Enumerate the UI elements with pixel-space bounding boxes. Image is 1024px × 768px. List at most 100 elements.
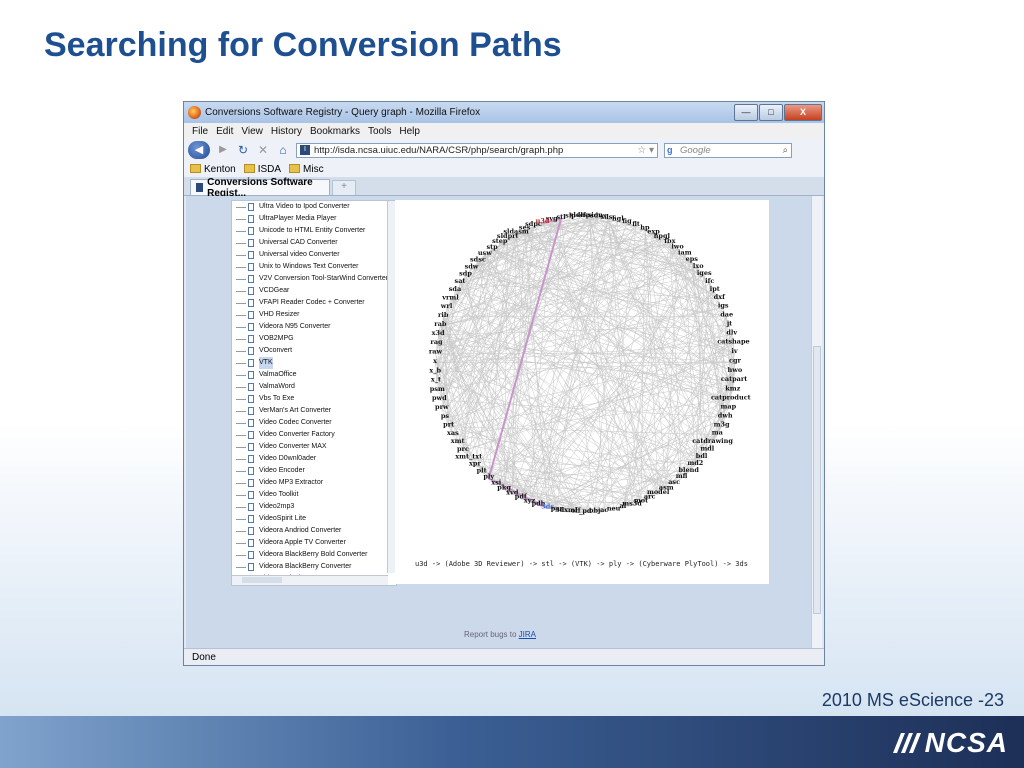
graph-node[interactable]: raw bbox=[429, 348, 443, 356]
graph-node[interactable]: flt bbox=[632, 220, 640, 228]
minimize-button[interactable]: — bbox=[734, 104, 758, 121]
graph-node[interactable]: cgr bbox=[729, 356, 742, 364]
url-text[interactable]: http://isda.ncsa.uiuc.edu/NARA/CSR/php/s… bbox=[314, 145, 633, 156]
search-input[interactable]: g Google ⌕ bbox=[664, 142, 792, 158]
graph-node[interactable]: dlv bbox=[726, 328, 737, 336]
list-item[interactable]: Video Converter Factory bbox=[232, 429, 396, 441]
graph-node[interactable]: prt bbox=[443, 421, 454, 429]
list-item[interactable]: Video2mp3 bbox=[232, 501, 396, 513]
menu-file[interactable]: File bbox=[192, 126, 208, 137]
list-item[interactable]: Universal CAD Converter bbox=[232, 237, 396, 249]
graph-node[interactable]: mdl bbox=[700, 445, 714, 453]
graph-node[interactable]: hwo bbox=[728, 366, 743, 374]
list-item[interactable]: Vbs To Exe bbox=[232, 393, 396, 405]
graph-node[interactable]: vrml bbox=[441, 293, 459, 301]
graph-node[interactable]: map bbox=[720, 403, 736, 411]
graph-node[interactable]: sda bbox=[449, 285, 462, 293]
graph-node[interactable]: x_t bbox=[431, 376, 441, 384]
close-button[interactable]: X bbox=[784, 104, 822, 121]
conversion-graph[interactable]: sdsc sdwc session sldlfp slp stl svg u3d sdpc ses… bbox=[395, 200, 769, 584]
bookmark-star-icon[interactable]: ☆ ▾ bbox=[637, 145, 657, 156]
graph-node[interactable]: dxf bbox=[714, 293, 726, 301]
list-item[interactable]: Videora BlackBerry Converter bbox=[232, 561, 396, 573]
list-item[interactable]: Video Codec Converter bbox=[232, 417, 396, 429]
graph-node[interactable]: lxo bbox=[693, 262, 704, 270]
graph-node[interactable]: dwh bbox=[718, 412, 733, 420]
bookmark-misc[interactable]: Misc bbox=[289, 164, 324, 175]
graph-node[interactable]: xas bbox=[447, 429, 459, 437]
graph-node[interactable]: igs bbox=[718, 302, 729, 310]
menu-history[interactable]: History bbox=[271, 126, 302, 137]
graph-node[interactable]: x_b bbox=[429, 366, 441, 374]
graph-node[interactable]: xmt bbox=[451, 437, 465, 445]
graph-node[interactable]: ma bbox=[712, 429, 724, 437]
graph-svg[interactable]: sdscsdwcsessionsldlfpslpstlsvgu3dsdpcses… bbox=[395, 200, 769, 550]
list-item[interactable]: Video Converter MAX bbox=[232, 441, 396, 453]
search-icon[interactable]: ⌕ bbox=[783, 145, 791, 156]
list-item[interactable]: VideoSpirit Lite bbox=[232, 513, 396, 525]
tab-conversions[interactable]: Conversions Software Regist... bbox=[190, 177, 330, 199]
list-item[interactable]: Videora Andriod Converter bbox=[232, 525, 396, 537]
list-item[interactable]: Universal video Converter bbox=[232, 249, 396, 261]
back-icon[interactable]: ◀ bbox=[188, 141, 210, 159]
new-tab-button[interactable]: + bbox=[332, 180, 356, 195]
list-item[interactable]: VHD Resizer bbox=[232, 309, 396, 321]
graph-node[interactable]: md2 bbox=[687, 459, 703, 467]
graph-node[interactable]: ipt bbox=[710, 285, 720, 293]
window-titlebar[interactable]: Conversions Software Registry - Query gr… bbox=[184, 102, 824, 123]
graph-node[interactable]: x3d bbox=[432, 329, 445, 337]
page-scrollbar[interactable] bbox=[811, 196, 822, 648]
software-list[interactable]: Ultra Video to Ipod Converter UltraPlayer… bbox=[231, 200, 397, 586]
graph-node[interactable]: jt bbox=[726, 319, 732, 327]
graph-node[interactable]: hp bbox=[640, 223, 650, 231]
menu-help[interactable]: Help bbox=[399, 126, 420, 137]
menu-bookmarks[interactable]: Bookmarks bbox=[310, 126, 360, 137]
list-item[interactable]: ValmaOffice bbox=[232, 369, 396, 381]
list-item[interactable]: Video D0wnl0ader bbox=[232, 453, 396, 465]
list-item[interactable]: Video MP3 Extractor bbox=[232, 477, 396, 489]
graph-node[interactable]: rib bbox=[438, 311, 449, 319]
menu-view[interactable]: View bbox=[241, 126, 263, 137]
graph-node[interactable]: prw bbox=[435, 403, 449, 411]
list-item[interactable]: V2V Conversion Tool-StarWind Converter bbox=[232, 273, 396, 285]
graph-node[interactable]: catshape bbox=[717, 338, 749, 346]
graph-node[interactable]: obj bbox=[589, 507, 600, 515]
list-item[interactable]: VTK bbox=[232, 357, 396, 369]
graph-node[interactable]: catproduct bbox=[711, 394, 751, 402]
graph-node[interactable]: x bbox=[433, 357, 437, 365]
graph-node[interactable]: iges bbox=[697, 269, 712, 277]
list-item[interactable]: ValmaWord bbox=[232, 381, 396, 393]
bookmark-kenton[interactable]: Kenton bbox=[190, 164, 236, 175]
scroll-thumb[interactable] bbox=[813, 346, 821, 614]
graph-node[interactable]: psm bbox=[430, 385, 445, 393]
graph-node[interactable]: dae bbox=[720, 310, 733, 318]
home-icon[interactable]: ⌂ bbox=[276, 143, 290, 157]
hscroll-thumb[interactable] bbox=[242, 577, 282, 583]
graph-node[interactable]: m3g bbox=[714, 420, 730, 428]
forward-icon[interactable]: ▶ bbox=[216, 143, 230, 157]
list-item[interactable]: Unicode to HTML Entity Converter bbox=[232, 225, 396, 237]
list-item[interactable]: Ultra Video to Ipod Converter bbox=[232, 201, 396, 213]
graph-node[interactable]: pwd bbox=[432, 394, 447, 402]
graph-node[interactable]: wrl bbox=[440, 302, 453, 310]
list-item[interactable]: VFAPI Reader Codec + Converter bbox=[232, 297, 396, 309]
menu-edit[interactable]: Edit bbox=[216, 126, 233, 137]
list-item[interactable]: VOconvert bbox=[232, 345, 396, 357]
graph-node[interactable]: ifc bbox=[705, 277, 714, 285]
graph-node[interactable]: hgl bbox=[612, 215, 624, 223]
stop-icon[interactable]: ✕ bbox=[256, 143, 270, 157]
list-item[interactable]: Video Toolkit bbox=[232, 489, 396, 501]
list-item[interactable]: Videora Apple TV Converter bbox=[232, 537, 396, 549]
list-item[interactable]: VerMan's Art Converter bbox=[232, 405, 396, 417]
graph-node[interactable]: iv bbox=[731, 347, 737, 355]
google-icon[interactable]: g bbox=[667, 145, 677, 155]
menu-tools[interactable]: Tools bbox=[368, 126, 391, 137]
graph-node[interactable]: rab bbox=[434, 320, 447, 328]
list-hscrollbar[interactable] bbox=[232, 575, 388, 585]
graph-node[interactable]: fig bbox=[622, 217, 632, 225]
graph-node[interactable]: stl bbox=[556, 213, 566, 221]
graph-node[interactable]: ps bbox=[441, 412, 450, 420]
jira-link[interactable]: JIRA bbox=[519, 630, 536, 639]
list-item[interactable]: UltraPlayer Media Player bbox=[232, 213, 396, 225]
graph-node[interactable]: catdrawing bbox=[692, 437, 733, 445]
